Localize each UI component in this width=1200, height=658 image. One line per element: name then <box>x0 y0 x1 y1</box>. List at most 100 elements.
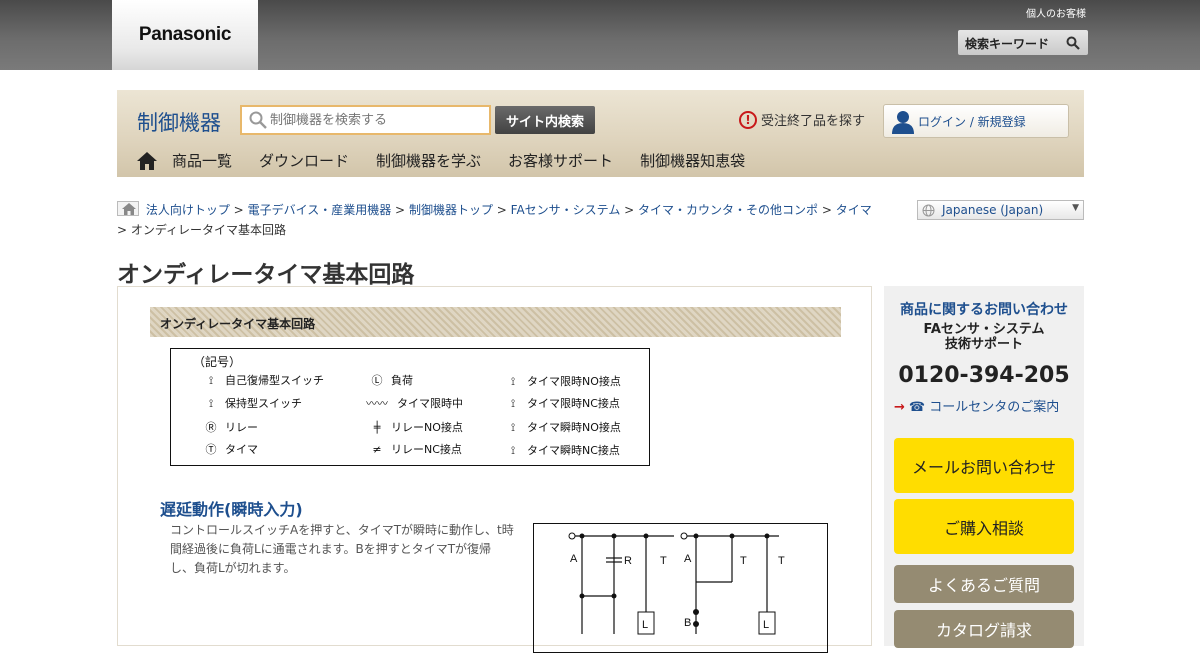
language-value: Japanese (Japan) <box>942 203 1044 217</box>
symbol-timer-delay-no: ⟟ タイマ限時NO接点 <box>505 373 621 389</box>
nav-item-products[interactable]: 商品一覧 <box>172 150 232 171</box>
contact-symbol-icon: ⟟ <box>510 397 516 410</box>
symbol-relay-nc-contact: ≠ リレーNC接点 <box>369 441 462 457</box>
discontinued-products-link[interactable]: ! 受注終了品を探す <box>739 110 865 129</box>
product-search-input[interactable] <box>270 110 485 130</box>
breadcrumb-separator: > <box>395 203 406 217</box>
symbol-label: リレーNC接点 <box>391 443 462 456</box>
keyword-search-label: 検索キーワード <box>965 37 1050 51</box>
symbol-timer-timing: 〰〰 タイマ限時中 <box>357 395 463 411</box>
breadcrumb-separator: > <box>233 203 244 217</box>
main-nav: 商品一覧 ダウンロード 制御機器を学ぶ お客様サポート 制御機器知恵袋 <box>137 150 772 171</box>
nav-item-download[interactable]: ダウンロード <box>259 150 349 171</box>
subsection-title: 遅延動作(瞬時入力) <box>160 500 303 519</box>
breadcrumb-link[interactable]: 電子デバイス・産業用機器 <box>248 203 392 217</box>
zigzag-symbol-icon: 〰〰 <box>366 397 388 410</box>
timer-circle-icon: Ⓣ <box>205 443 217 456</box>
breadcrumb-link[interactable]: 制御機器トップ <box>409 203 493 217</box>
symbol-timer-instant-no: ⟟ タイマ瞬時NO接点 <box>505 419 621 435</box>
personal-customer-link[interactable]: 個人のお客様 <box>1026 5 1086 20</box>
support-line: FAセンサ・システム <box>923 322 1045 337</box>
symbol-label: 自己復帰型スイッチ <box>225 374 324 387</box>
circuit-label: R <box>624 555 632 567</box>
breadcrumb-link[interactable]: タイマ <box>836 203 872 217</box>
circuit-label: L <box>763 619 769 631</box>
purchase-consult-button[interactable]: ご購入相談 <box>894 499 1074 554</box>
symbol-label: 保持型スイッチ <box>225 397 302 410</box>
catalog-request-button[interactable]: カタログ請求 <box>894 610 1074 648</box>
language-select[interactable]: Japanese (Japan) ▼ <box>917 200 1084 220</box>
symbol-label: タイマ限時中 <box>397 397 463 410</box>
nav-item-support[interactable]: お客様サポート <box>508 150 613 171</box>
breadcrumb-link[interactable]: タイマ・カウンタ・その他コンポ <box>638 203 818 217</box>
login-button[interactable]: ログイン / 新規登録 <box>883 104 1069 138</box>
site-search-button[interactable]: サイト内検索 <box>495 106 595 134</box>
symbol-timer: Ⓣ タイマ <box>203 441 259 457</box>
breadcrumb-separator: > <box>496 203 507 217</box>
description-text: コントロールスイッチAを押すと、タイマTが瞬時に動作し、t時間経過後に負荷Lに通… <box>170 523 514 575</box>
circuit-label: A <box>570 553 578 565</box>
breadcrumb-home-icon[interactable] <box>117 201 139 216</box>
circuit-label: T <box>778 555 785 567</box>
breadcrumb-separator: > <box>821 203 832 217</box>
symbol-label: タイマ瞬時NO接点 <box>527 421 621 434</box>
arrow-right-icon: → <box>894 400 905 415</box>
product-search-box <box>240 105 491 135</box>
call-center-link[interactable]: → ☎ コールセンタのご案内 <box>894 396 1059 415</box>
main-content: オンディレータイマ基本回路 （記号） ⟟ 自己復帰型スイッチ ⟟ 保持型スイッチ Ⓡ… <box>117 286 872 653</box>
global-header: Panasonic 個人のお客様 検索キーワード <box>0 0 1200 70</box>
mail-inquiry-button[interactable]: メールお問い合わせ <box>894 438 1074 493</box>
nav-item-learn[interactable]: 制御機器を学ぶ <box>376 150 481 171</box>
section-brand[interactable]: 制御機器 <box>137 107 221 137</box>
symbol-self-reset-switch: ⟟ 自己復帰型スイッチ <box>203 372 324 388</box>
symbol-label: タイマ限時NC接点 <box>527 397 620 410</box>
support-line: 技術サポート <box>944 337 1023 352</box>
keyword-search-button[interactable]: 検索キーワード <box>958 30 1088 55</box>
search-icon <box>249 111 267 129</box>
circuit-label: A <box>684 553 692 565</box>
page-title: オンディレータイマ基本回路 <box>117 262 415 288</box>
home-icon[interactable] <box>137 151 157 170</box>
circuit-diagram: A R T L A T T B L <box>533 523 828 653</box>
symbol-load: Ⓛ 負荷 <box>369 372 414 388</box>
inquiry-title: 商品に関するお問い合わせ <box>900 302 1068 318</box>
contact-symbol-icon: ⟟ <box>510 421 516 434</box>
breadcrumb-current: オンディレータイマ基本回路 <box>130 223 287 237</box>
load-circle-icon: Ⓛ <box>371 374 383 387</box>
product-header: 制御機器 サイト内検索 ! 受注終了品を探す ログイン / 新規登録 商品一覧 … <box>117 90 1084 177</box>
faq-button[interactable]: よくあるご質問 <box>894 565 1074 603</box>
switch-symbol-icon: ⟟ <box>208 374 214 387</box>
nc-contact-icon: ≠ <box>372 443 382 456</box>
symbol-relay-no-contact: ╪ リレーNO接点 <box>369 419 463 435</box>
breadcrumb-separator: > <box>624 203 635 217</box>
breadcrumb-link[interactable]: 法人向けトップ <box>146 203 230 217</box>
phone-number[interactable]: 0120-394-205 <box>884 363 1084 388</box>
panasonic-logo[interactable]: Panasonic <box>112 0 258 70</box>
symbol-label: リレー <box>225 421 258 434</box>
symbol-label: リレーNO接点 <box>391 421 463 434</box>
search-icon <box>1066 36 1080 50</box>
contact-symbol-icon: ⟟ <box>510 375 516 388</box>
login-label: ログイン / 新規登録 <box>918 114 1026 129</box>
circuit-label: T <box>740 555 747 567</box>
symbol-label: タイマ瞬時NC接点 <box>527 444 620 457</box>
discontinued-label: 受注終了品を探す <box>761 114 866 129</box>
contact-sidebar: 商品に関するお問い合わせ FAセンサ・システム 技術サポート 0120-394-… <box>884 286 1084 648</box>
section-header: オンディレータイマ基本回路 <box>150 307 841 337</box>
symbol-label: タイマ限時NO接点 <box>527 375 621 388</box>
nav-item-knowledge[interactable]: 制御機器知恵袋 <box>640 150 745 171</box>
symbol-label: 負荷 <box>391 374 413 387</box>
support-label: FAセンサ・システム 技術サポート <box>884 322 1084 352</box>
switch-symbol-icon: ⟟ <box>208 397 214 410</box>
symbol-label: タイマ <box>225 443 258 456</box>
phone-icon: ☎ <box>908 400 926 415</box>
symbol-timer-instant-nc: ⟟ タイマ瞬時NC接点 <box>505 442 620 458</box>
symbol-legend: （記号） ⟟ 自己復帰型スイッチ ⟟ 保持型スイッチ Ⓡ リレー Ⓣ タイマ Ⓛ 負荷 〰… <box>170 348 650 466</box>
symbol-legend-title: （記号） <box>193 355 242 369</box>
alert-icon: ! <box>739 110 757 129</box>
globe-icon <box>922 204 935 217</box>
symbol-timer-delay-nc: ⟟ タイマ限時NC接点 <box>505 395 620 411</box>
circuit-label: B <box>684 617 691 629</box>
breadcrumb-link[interactable]: FAセンサ・システム <box>511 203 621 217</box>
chevron-down-icon: ▼ <box>1072 203 1079 213</box>
